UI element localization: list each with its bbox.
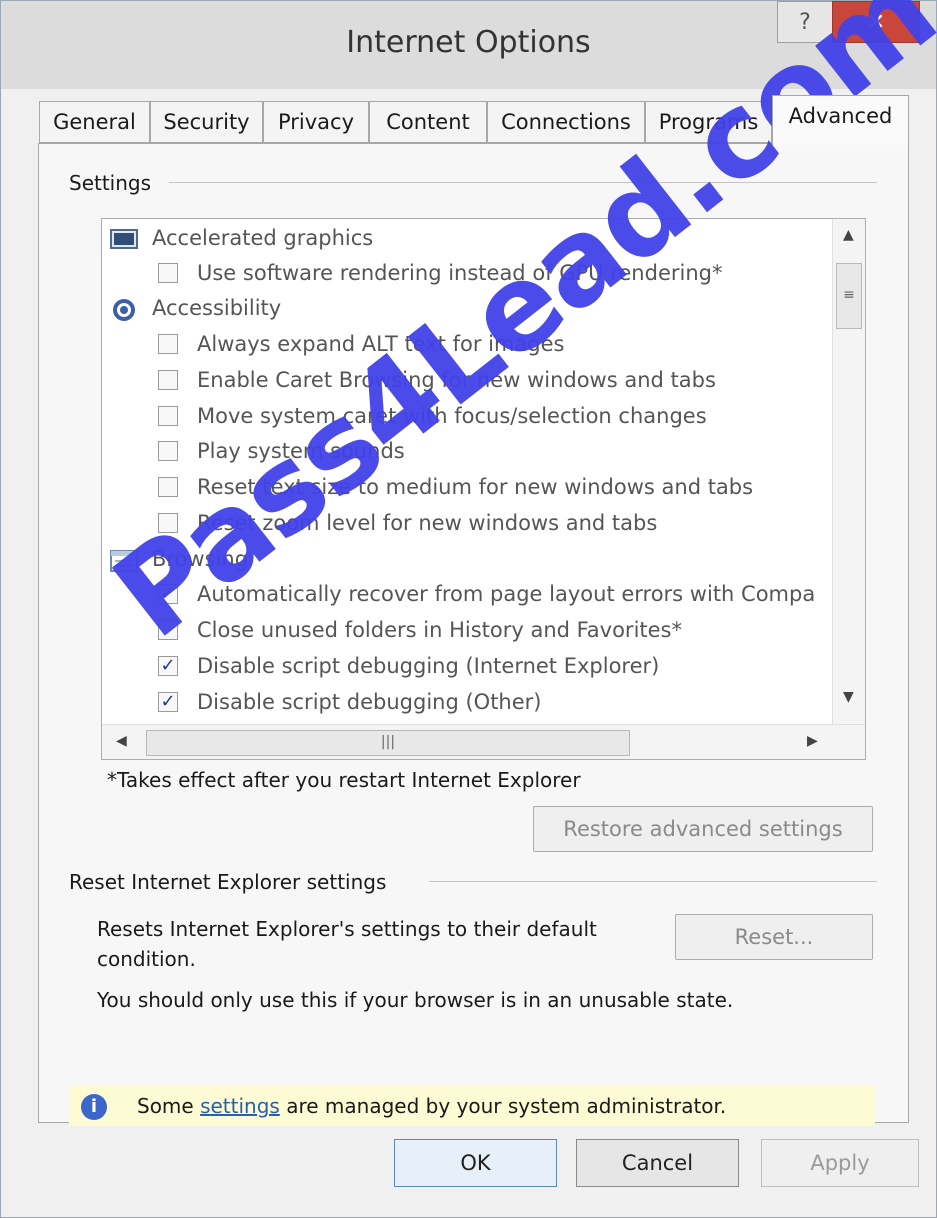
- info-prefix: Some: [137, 1094, 201, 1118]
- accessibility-icon: [113, 299, 135, 321]
- option-label: Disable script debugging (Internet Explo…: [197, 654, 660, 678]
- tab-security[interactable]: Security: [150, 101, 263, 143]
- info-text: Some settings are managed by your system…: [137, 1094, 726, 1118]
- scroll-right-arrow-icon[interactable]: ▶: [807, 733, 818, 749]
- tab-connections[interactable]: Connections: [487, 101, 645, 143]
- category-label: Browsing: [152, 547, 249, 571]
- checkbox[interactable]: ✓: [158, 692, 178, 712]
- cancel-button[interactable]: Cancel: [576, 1139, 739, 1187]
- option-label: Play system sounds: [197, 439, 405, 463]
- checkbox[interactable]: [158, 263, 178, 283]
- monitor-icon: [110, 229, 138, 249]
- tab-programs[interactable]: Programs: [645, 101, 772, 143]
- reset-description: Resets Internet Explorer's settings to t…: [97, 917, 597, 971]
- close-button[interactable]: ✕: [832, 1, 920, 43]
- settings-divider: [169, 182, 877, 183]
- reset-group-label: Reset Internet Explorer settings: [69, 870, 395, 894]
- option-label: Enable Caret Browsing for new windows an…: [197, 368, 716, 392]
- category-label: Accelerated graphics: [152, 226, 374, 250]
- option-label: Close unused folders in History and Favo…: [197, 618, 682, 642]
- checkbox[interactable]: [158, 513, 178, 533]
- checkbox[interactable]: [158, 620, 178, 640]
- restore-advanced-settings-button[interactable]: Restore advanced settings: [533, 806, 873, 852]
- category-label: Accessibility: [152, 296, 282, 320]
- scroll-up-arrow-icon[interactable]: ▲: [843, 227, 854, 243]
- info-icon: i: [81, 1094, 107, 1120]
- restart-note: *Takes effect after you restart Internet…: [107, 768, 581, 792]
- title-bar: Internet Options ? ✕: [1, 1, 936, 89]
- horizontal-scroll-thumb[interactable]: |||: [146, 730, 630, 756]
- settings-link[interactable]: settings: [200, 1094, 280, 1118]
- horizontal-scrollbar[interactable]: ◀ ||| ▶: [102, 724, 865, 759]
- advanced-panel: Settings Accelerated graphics Use softwa…: [38, 143, 909, 1126]
- vertical-scroll-thumb[interactable]: ≡: [836, 263, 862, 329]
- tab-general[interactable]: General: [39, 101, 150, 143]
- checkbox[interactable]: ✓: [158, 584, 178, 604]
- info-suffix: are managed by your system administrator…: [279, 1094, 727, 1118]
- option-label: Always expand ALT text for images: [197, 332, 565, 356]
- settings-group-label: Settings: [69, 171, 160, 195]
- reset-warning: You should only use this if your browser…: [97, 988, 734, 1012]
- option-label: Automatically recover from page layout e…: [197, 582, 816, 606]
- vertical-scrollbar[interactable]: ▲ ≡ ▼: [832, 219, 865, 724]
- scroll-left-arrow-icon[interactable]: ◀: [116, 733, 127, 749]
- checkbox[interactable]: [158, 334, 178, 354]
- reset-button[interactable]: Reset...: [675, 914, 873, 960]
- apply-button[interactable]: Apply: [761, 1139, 919, 1187]
- tab-content[interactable]: Content: [369, 101, 487, 143]
- help-button[interactable]: ?: [777, 1, 833, 43]
- option-label: Move system caret with focus/selection c…: [197, 404, 707, 428]
- tab-advanced[interactable]: Advanced: [772, 95, 909, 145]
- checkbox[interactable]: [158, 370, 178, 390]
- settings-list: Accelerated graphics Use software render…: [102, 219, 832, 724]
- checkbox[interactable]: [158, 441, 178, 461]
- scroll-down-arrow-icon[interactable]: ▼: [843, 689, 854, 705]
- checkbox[interactable]: [158, 477, 178, 497]
- checkbox[interactable]: ✓: [158, 656, 178, 676]
- option-label: Disable script debugging (Other): [197, 690, 542, 714]
- ok-button[interactable]: OK: [394, 1139, 557, 1187]
- internet-options-window: Internet Options ? ✕ General Security Pr…: [0, 0, 937, 1218]
- reset-divider: [429, 881, 877, 882]
- settings-list-box[interactable]: Accelerated graphics Use software render…: [101, 218, 866, 760]
- tab-privacy[interactable]: Privacy: [263, 101, 369, 143]
- option-label: Reset text size to medium for new window…: [197, 475, 754, 499]
- checkbox[interactable]: [158, 406, 178, 426]
- browsing-icon: [110, 550, 138, 572]
- option-label: Use software rendering instead of GPU re…: [197, 261, 723, 285]
- option-label: Reset zoom level for new windows and tab…: [197, 511, 658, 535]
